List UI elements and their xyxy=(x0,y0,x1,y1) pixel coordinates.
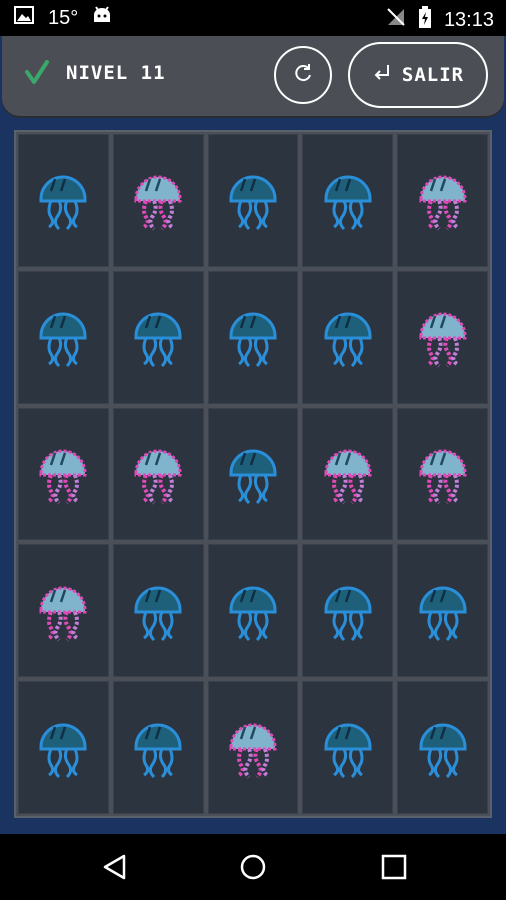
game-header: NIVEL 11 SALIR xyxy=(2,36,504,116)
board-cell[interactable] xyxy=(112,134,204,267)
restart-button[interactable] xyxy=(274,46,332,104)
board-cell[interactable] xyxy=(207,407,299,541)
board-cell[interactable] xyxy=(397,270,488,404)
temperature-text: 15° xyxy=(48,6,79,29)
jellyfish-pink-icon xyxy=(415,302,471,372)
board-cell[interactable] xyxy=(397,134,488,267)
board-cell[interactable] xyxy=(112,407,204,541)
clock-text: 13:13 xyxy=(443,8,494,31)
board-cell[interactable] xyxy=(18,681,109,814)
jellyfish-blue-icon xyxy=(225,439,281,509)
jellyfish-blue-icon xyxy=(130,302,186,372)
jellyfish-pink-icon xyxy=(130,165,186,235)
jellyfish-blue-icon xyxy=(320,165,376,235)
jellyfish-blue-icon xyxy=(35,302,91,372)
jellyfish-blue-icon xyxy=(35,713,91,783)
recents-icon[interactable] xyxy=(381,854,407,884)
board-cell[interactable] xyxy=(18,407,109,541)
jellyfish-pink-icon xyxy=(35,576,91,646)
jellyfish-blue-icon xyxy=(415,713,471,783)
board-cell[interactable] xyxy=(207,681,299,814)
board-cell[interactable] xyxy=(397,681,488,814)
board-cell[interactable] xyxy=(18,270,109,404)
jellyfish-blue-icon xyxy=(35,165,91,235)
battery-icon xyxy=(418,6,432,34)
jellyfish-pink-icon xyxy=(35,439,91,509)
board-cell[interactable] xyxy=(302,270,394,404)
jellyfish-blue-icon xyxy=(320,576,376,646)
check-icon xyxy=(24,60,50,90)
board-cell[interactable] xyxy=(207,134,299,267)
jellyfish-blue-icon xyxy=(225,302,281,372)
board-cell[interactable] xyxy=(302,407,394,541)
jellyfish-blue-icon xyxy=(225,576,281,646)
jellyfish-pink-icon xyxy=(415,165,471,235)
back-icon[interactable] xyxy=(102,854,128,884)
board-cell[interactable] xyxy=(18,544,109,678)
home-icon[interactable] xyxy=(240,854,266,884)
refresh-icon xyxy=(292,62,314,88)
board-cell[interactable] xyxy=(207,544,299,678)
board-cell[interactable] xyxy=(397,407,488,541)
board-cell[interactable] xyxy=(207,270,299,404)
board-cell[interactable] xyxy=(302,544,394,678)
board-cell[interactable] xyxy=(302,134,394,267)
board-cell[interactable] xyxy=(112,270,204,404)
jellyfish-blue-icon xyxy=(415,576,471,646)
jellyfish-blue-icon xyxy=(130,713,186,783)
navigation-bar xyxy=(0,834,506,900)
jellyfish-pink-icon xyxy=(130,439,186,509)
image-icon xyxy=(14,6,34,30)
no-signal-icon xyxy=(386,7,406,33)
android-icon xyxy=(92,6,112,30)
board-cell[interactable] xyxy=(302,681,394,814)
status-bar: 15° 13:13 xyxy=(0,0,506,36)
board-cell[interactable] xyxy=(18,134,109,267)
jellyfish-pink-icon xyxy=(415,439,471,509)
board-cell[interactable] xyxy=(112,681,204,814)
jellyfish-pink-icon xyxy=(320,439,376,509)
jellyfish-pink-icon xyxy=(225,713,281,783)
jellyfish-blue-icon xyxy=(320,713,376,783)
jellyfish-blue-icon xyxy=(130,576,186,646)
jellyfish-blue-icon xyxy=(320,302,376,372)
exit-label: SALIR xyxy=(401,64,465,86)
return-arrow-icon xyxy=(372,63,392,88)
board-cell[interactable] xyxy=(112,544,204,678)
jellyfish-blue-icon xyxy=(225,165,281,235)
board-cell[interactable] xyxy=(397,544,488,678)
exit-button[interactable]: SALIR xyxy=(348,42,488,108)
game-board xyxy=(14,130,492,818)
level-label: NIVEL 11 xyxy=(66,62,166,84)
